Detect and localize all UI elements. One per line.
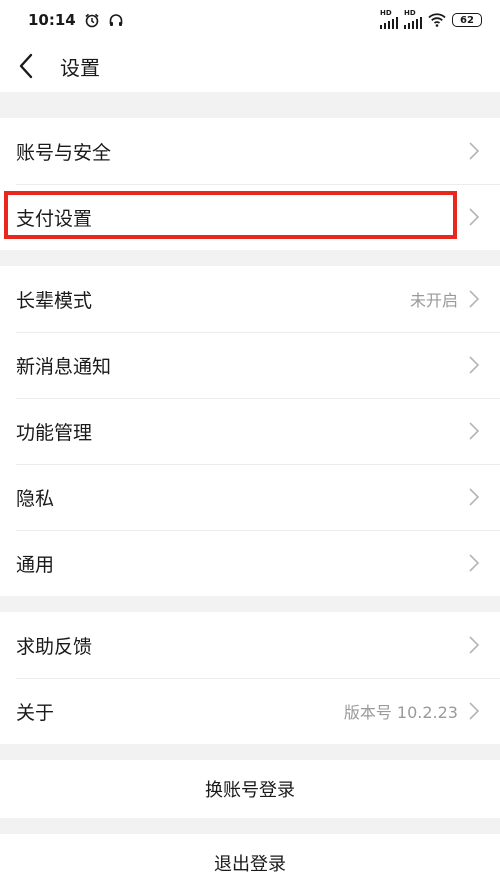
settings-item-label: 求助反馈 (16, 635, 93, 658)
settings-item-notifications[interactable]: 新消息通知 (0, 332, 500, 398)
chevron-right-icon (469, 142, 480, 160)
settings-item-label: 支付设置 (16, 207, 93, 230)
back-button[interactable] (18, 46, 46, 86)
settings-item-account-security[interactable]: 账号与安全 (0, 118, 500, 184)
status-time: 10:14 (28, 11, 76, 29)
sim1-label: HD (380, 9, 392, 17)
chevron-right-icon (469, 422, 480, 440)
chevron-right-icon (469, 208, 480, 226)
settings-item-about[interactable]: 关于 版本号 10.2.23 (0, 678, 500, 744)
settings-group-general: 长辈模式 未开启 新消息通知 功能管理 隐私 通用 (0, 266, 500, 596)
status-left: 10:14 (28, 11, 124, 29)
section-gap (0, 250, 500, 266)
settings-item-value: 版本号 10.2.23 (343, 703, 458, 722)
section-gap (0, 92, 500, 118)
settings-item-elder-mode[interactable]: 长辈模式 未开启 (0, 266, 500, 332)
section-gap (0, 818, 500, 834)
chevron-right-icon (469, 554, 480, 572)
chevron-right-icon (469, 290, 480, 308)
chevron-right-icon (469, 356, 480, 374)
status-right: HD HD 62 (380, 9, 482, 29)
settings-item-label: 通用 (16, 553, 55, 576)
settings-item-right (468, 355, 480, 375)
switch-account-button[interactable]: 换账号登录 (0, 760, 500, 818)
signal-sim1: HD (380, 9, 398, 29)
settings-item-right (468, 635, 480, 655)
settings-group-account: 账号与安全 支付设置 (0, 118, 500, 250)
settings-item-right (468, 141, 480, 161)
settings-item-right (468, 207, 480, 227)
settings-item-right: 未开启 (410, 287, 480, 311)
chevron-right-icon (469, 702, 480, 720)
sim2-label: HD (404, 9, 416, 17)
settings-item-label: 新消息通知 (16, 355, 112, 378)
status-bar: 10:14 HD HD 62 (0, 0, 500, 40)
chevron-left-icon (19, 53, 33, 79)
settings-item-value: 未开启 (409, 291, 458, 310)
settings-group-help: 求助反馈 关于 版本号 10.2.23 (0, 612, 500, 744)
settings-screen: 10:14 HD HD 62 设置 账号与安全 支付设置 长辈模式 未开启 新消… (0, 0, 500, 892)
settings-item-feedback[interactable]: 求助反馈 (0, 612, 500, 678)
settings-item-label: 账号与安全 (16, 141, 112, 164)
battery-level: 62 (460, 14, 474, 26)
logout-button[interactable]: 退出登录 (0, 834, 500, 892)
chevron-right-icon (469, 488, 480, 506)
battery-indicator: 62 (452, 13, 482, 27)
chevron-right-icon (469, 636, 480, 654)
signal-sim2: HD (404, 9, 422, 29)
settings-item-label: 功能管理 (16, 421, 93, 444)
section-gap (0, 596, 500, 612)
settings-item-privacy[interactable]: 隐私 (0, 464, 500, 530)
nav-bar: 设置 (0, 40, 500, 92)
section-gap (0, 744, 500, 760)
alarm-clock-icon (85, 13, 99, 28)
settings-item-label: 关于 (16, 701, 55, 724)
settings-item-right: 版本号 10.2.23 (344, 699, 480, 723)
settings-item-right (468, 487, 480, 507)
settings-item-label: 长辈模式 (16, 289, 93, 312)
settings-item-payment[interactable]: 支付设置 (0, 184, 500, 250)
settings-item-right (468, 421, 480, 441)
settings-item-feature-management[interactable]: 功能管理 (0, 398, 500, 464)
page-title: 设置 (60, 55, 100, 80)
headphones-icon (109, 14, 123, 26)
settings-item-label: 隐私 (16, 487, 55, 510)
settings-item-right (468, 553, 480, 573)
wifi-icon (428, 13, 446, 27)
settings-item-general[interactable]: 通用 (0, 530, 500, 596)
